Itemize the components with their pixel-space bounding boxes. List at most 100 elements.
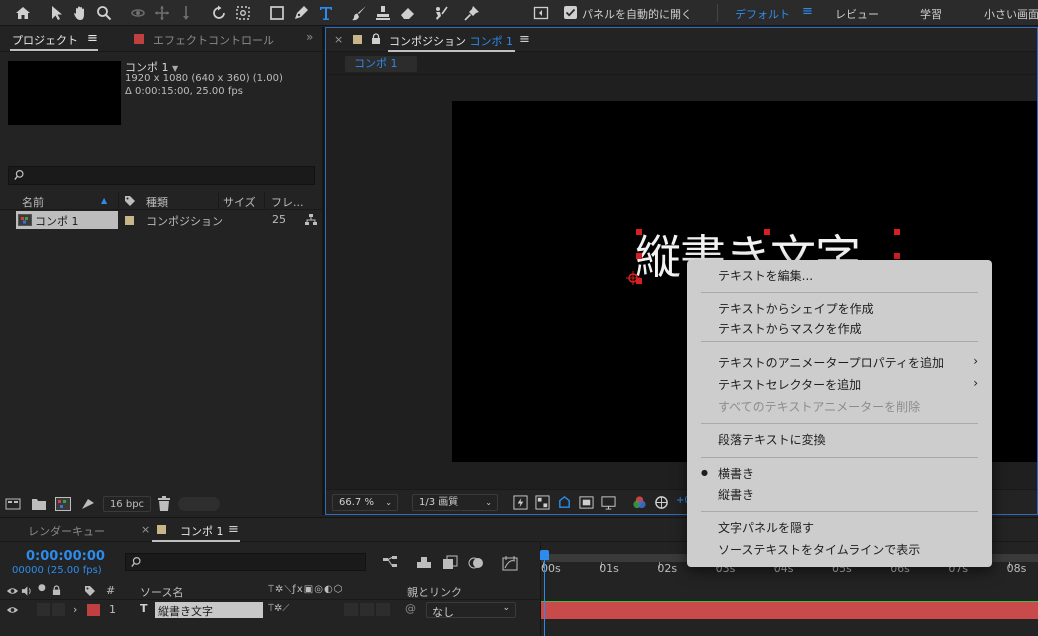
menu-item-reveal-source-text[interactable]: ソーステキストをタイムラインで表示 (687, 539, 992, 559)
column-size[interactable]: サイズ (223, 194, 256, 210)
bounding-handle[interactable] (894, 253, 900, 259)
current-timecode[interactable]: 0:00:00:00 (26, 549, 105, 564)
layer-lock-toggle[interactable] (52, 603, 65, 616)
label-tag-icon[interactable] (124, 195, 136, 207)
pick-whip-icon[interactable]: @ (405, 602, 416, 615)
menu-item-create-masks[interactable]: テキストからマスクを作成 (687, 318, 992, 338)
bounding-handle[interactable] (764, 229, 770, 235)
lock-icon[interactable] (52, 585, 61, 596)
collapse-icon[interactable]: ✲ (275, 584, 284, 595)
anchor-point-icon[interactable] (233, 3, 253, 23)
project-search-input[interactable] (8, 166, 315, 185)
effect-icon[interactable]: ƒx (292, 584, 303, 595)
parent-dropdown[interactable]: なし ⌄ (426, 602, 516, 619)
selection-icon[interactable] (47, 3, 67, 23)
frame-blending-icon[interactable] (442, 555, 458, 571)
3d-layer-icon[interactable]: ⬡ (334, 584, 344, 595)
new-folder-icon[interactable] (31, 497, 47, 511)
auto-open-panels-checkbox[interactable] (564, 6, 577, 19)
column-name[interactable]: 名前 (22, 194, 44, 210)
column-frame-rate[interactable]: フレ... (271, 194, 304, 210)
bounding-handle[interactable] (636, 229, 642, 235)
audio-icon[interactable] (21, 586, 32, 596)
graph-editor-icon[interactable] (502, 555, 518, 571)
new-composition-icon[interactable] (55, 497, 71, 511)
resolution-dropdown[interactable]: 1/3 画質 ⌄ (412, 494, 498, 511)
workspace-small-screen[interactable]: 小さい画面 (984, 6, 1038, 22)
workspace-menu-icon[interactable]: ≡ (802, 4, 813, 19)
tab-project[interactable]: プロジェクト (12, 32, 78, 48)
roto-brush-icon[interactable] (431, 3, 451, 23)
comp-tab-comp-name[interactable]: コンポ 1 (470, 35, 514, 48)
composition-mini-flowchart-icon[interactable] (382, 555, 398, 571)
puppet-pin-icon[interactable] (462, 3, 482, 23)
tab-timeline-comp[interactable]: コンポ 1 (180, 523, 224, 539)
project-item-name[interactable]: コンポ 1 (35, 213, 79, 229)
menu-item-add-animator-property[interactable]: テキストのアニメータープロパティを追加 › (687, 352, 992, 372)
timeline-tab-menu-icon[interactable]: ≡ (228, 522, 239, 537)
lock-icon[interactable] (371, 33, 381, 45)
column-parent-link[interactable]: 親とリンク (407, 584, 462, 600)
tab-render-queue[interactable]: レンダーキュー (28, 523, 105, 539)
zoom-icon[interactable] (94, 3, 114, 23)
layer-switch-slot[interactable] (344, 603, 358, 616)
draft-3d-icon[interactable] (416, 555, 432, 571)
layer-row[interactable]: › 1 T 縦書き文字 ⍡✲⟋ @ なし ⌄ (0, 601, 540, 619)
column-type[interactable]: 種類 (146, 194, 168, 210)
tab-effect-controls[interactable]: エフェクトコントロール (153, 32, 274, 48)
workspace-learn[interactable]: 学習 (920, 6, 942, 22)
menu-item-convert-to-paragraph[interactable]: 段落テキストに変換 (687, 429, 992, 449)
bit-depth-button[interactable]: 16 bpc (103, 496, 151, 512)
thumbnail-size-slider[interactable] (178, 497, 220, 511)
mask-visibility-icon[interactable] (557, 495, 572, 510)
panel-overflow-icon[interactable]: » (306, 30, 313, 44)
menu-item-vertical[interactable]: 縦書き (687, 484, 992, 504)
workspace-default[interactable]: デフォルト (735, 6, 790, 22)
comp-breadcrumb[interactable]: コンポ 1 (345, 56, 417, 72)
comp-tab-label[interactable]: コンポジション (389, 35, 466, 48)
frame-blend-icon[interactable]: ▣ (304, 584, 314, 595)
interpret-footage-icon[interactable] (5, 497, 21, 511)
bounding-handle[interactable] (636, 253, 642, 259)
column-source-name[interactable]: ソース名 (140, 584, 183, 600)
menu-item-horizontal[interactable]: 横書き ● (687, 463, 992, 483)
transparency-grid-icon[interactable] (535, 495, 550, 510)
motion-blur-icon[interactable] (468, 555, 484, 571)
home-icon[interactable] (13, 3, 33, 23)
pen-icon[interactable] (291, 3, 311, 23)
zoom-dropdown[interactable]: 66.7 % ⌄ (332, 494, 398, 511)
orbit-camera-icon[interactable] (128, 3, 148, 23)
clone-stamp-icon[interactable] (373, 3, 393, 23)
delete-icon[interactable] (157, 496, 171, 512)
eraser-icon[interactable] (398, 3, 418, 23)
solo-icon[interactable]: ● (38, 583, 46, 593)
bounding-handle[interactable] (894, 229, 900, 235)
sort-ascending-icon[interactable]: ▲ (101, 196, 107, 205)
layer-solo-toggle[interactable] (37, 603, 50, 616)
menu-item-edit-text[interactable]: テキストを編集... (687, 265, 992, 285)
project-item-label-swatch[interactable] (125, 216, 134, 225)
video-visibility-icon[interactable] (6, 586, 19, 596)
layer-switch-slot[interactable] (360, 603, 374, 616)
panel-toggle-icon[interactable] (531, 3, 551, 23)
comp-tab-close-icon[interactable]: × (334, 33, 343, 46)
adjustment-layer-icon[interactable]: ◐ (324, 584, 334, 595)
project-item-row[interactable]: コンポ 1 コンポジション 25 (0, 211, 322, 229)
project-tab-menu-icon[interactable]: ≡ (87, 31, 98, 46)
anchor-point-marker-icon[interactable] (625, 270, 641, 286)
guides-icon[interactable] (601, 495, 616, 510)
channel-icon[interactable] (632, 495, 647, 510)
layer-name-field[interactable]: 縦書き文字 (155, 602, 263, 618)
layer-visibility-icon[interactable] (6, 605, 19, 615)
menu-item-add-text-selector[interactable]: テキストセレクターを追加 › (687, 374, 992, 394)
expand-chevron-icon[interactable]: › (73, 603, 77, 616)
color-management-icon[interactable] (654, 495, 669, 510)
timeline-tab-close-icon[interactable]: × (141, 523, 150, 536)
fast-preview-icon[interactable] (513, 495, 528, 510)
brush-icon[interactable] (349, 3, 369, 23)
rotate-icon[interactable] (209, 3, 229, 23)
comp-info-dropdown-icon[interactable]: ▼ (172, 64, 178, 73)
workspace-review[interactable]: レビュー (835, 6, 879, 22)
flowchart-icon[interactable] (305, 214, 317, 226)
layer-switch-slot[interactable] (376, 603, 390, 616)
